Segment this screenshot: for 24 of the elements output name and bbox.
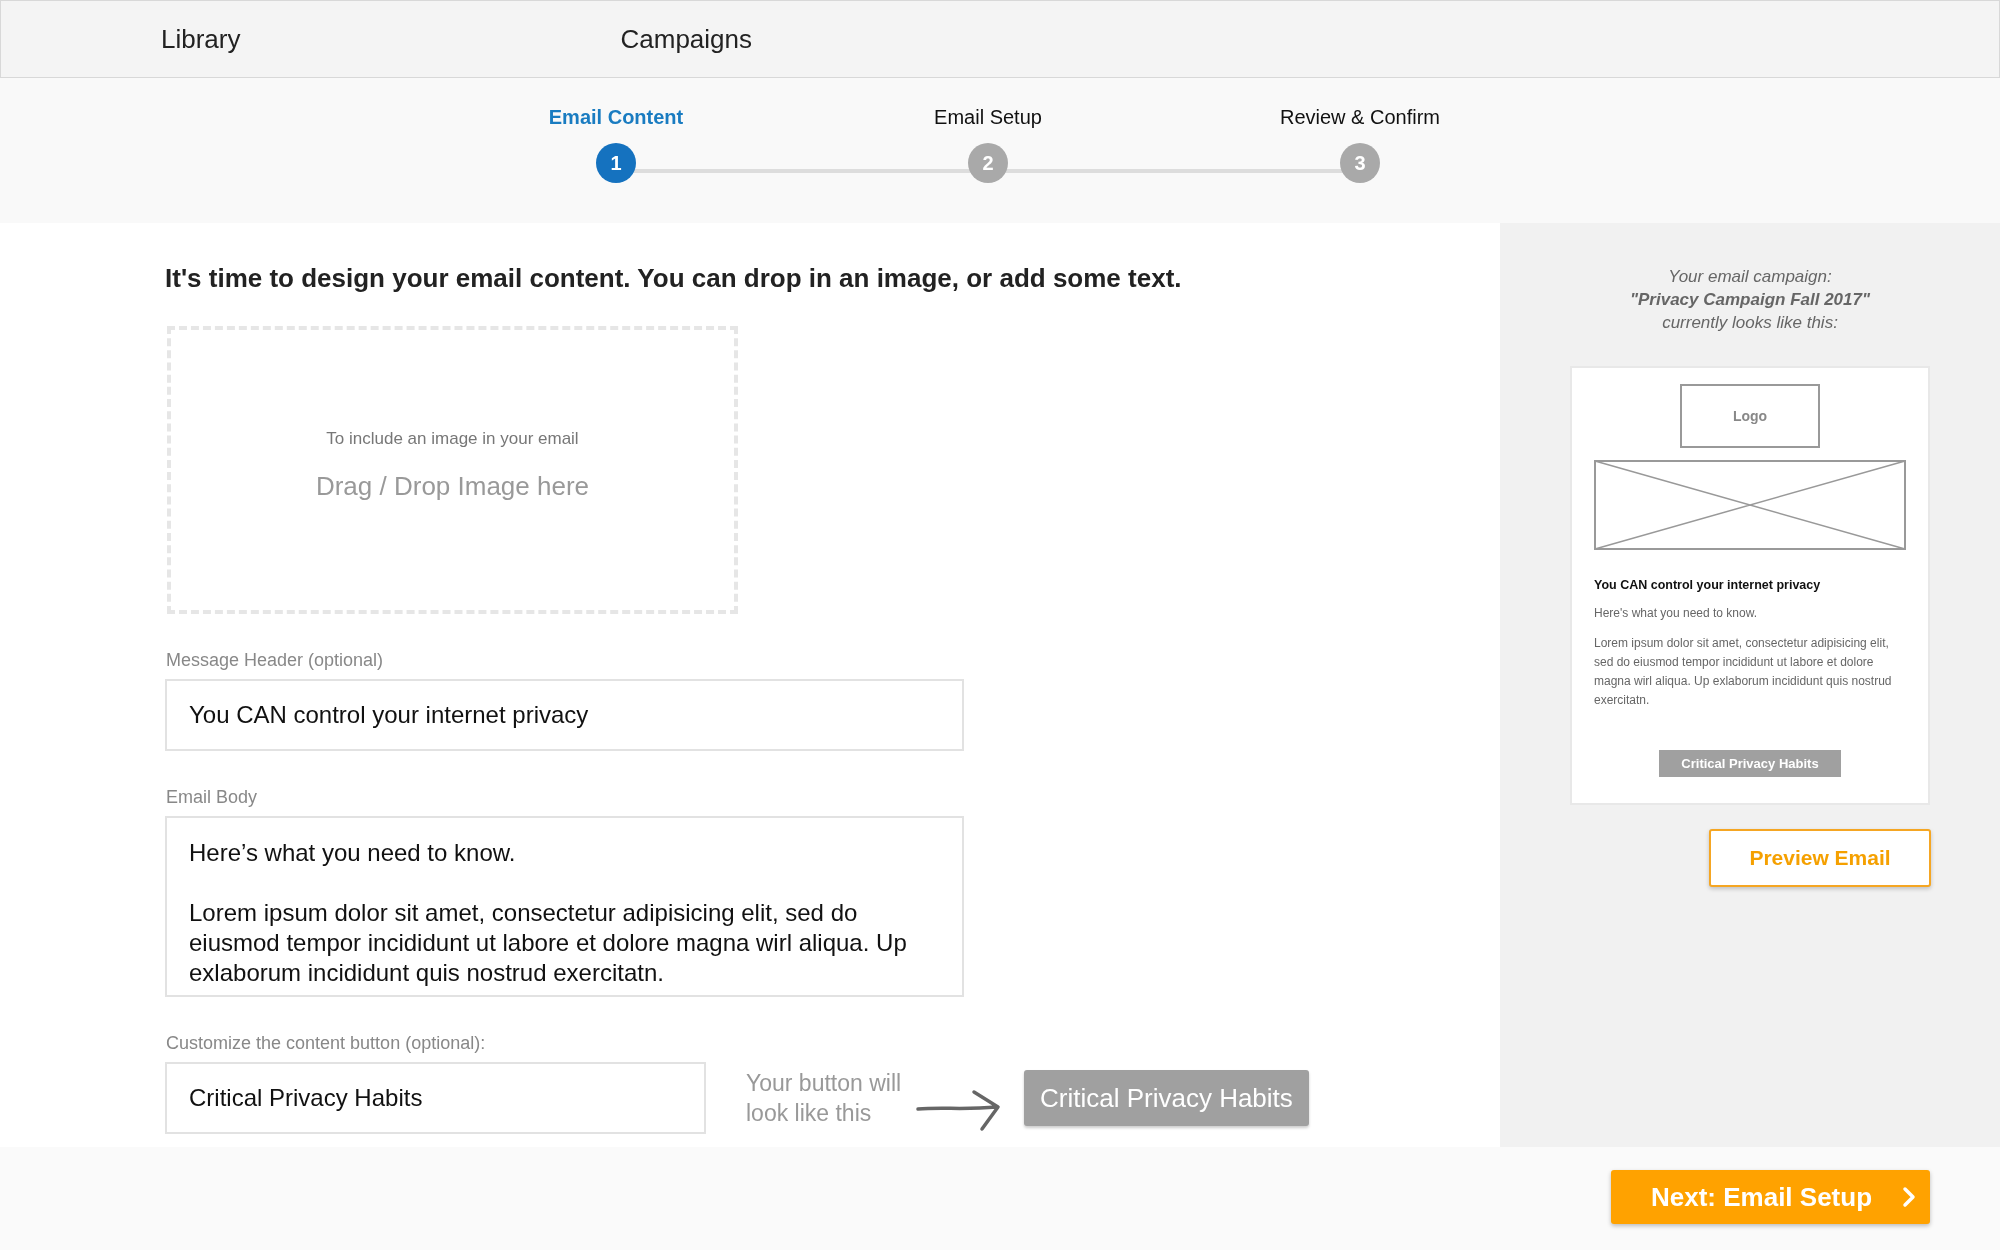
- campaign-caption: Your email campaign: "Privacy Campaign Fall 2017" currently looks like this:: [1629, 266, 1871, 334]
- step-label[interactable]: Review & Confirm: [1279, 106, 1440, 129]
- button-preview-hint: Your button will look like this: [746, 1069, 903, 1128]
- image-placeholder-icon: [1594, 460, 1906, 550]
- nav-link[interactable]: Library: [161, 23, 241, 55]
- chevron-right-icon: [1902, 1186, 1916, 1208]
- field-label: Email Body: [166, 787, 258, 808]
- step-label[interactable]: Email Setup: [934, 106, 1042, 129]
- field-label: Message Header (optional): [166, 650, 384, 671]
- page-heading: It's time to design your email content. You can drop in an image, or add some text.: [165, 263, 1182, 294]
- dropzone-hint: To include an image in your email: [326, 428, 579, 449]
- preview-title: You CAN control your internet privacy: [1594, 578, 1822, 592]
- image-dropzone[interactable]: To include an image in your email Drag / Drop Image here: [167, 326, 738, 614]
- logo-label: Logo: [1732, 408, 1768, 424]
- button-text-field[interactable]: Critical Privacy Habits: [165, 1062, 706, 1134]
- dropzone-label: Drag / Drop Image here: [315, 470, 590, 502]
- field-label: Customize the content button (optional):: [166, 1033, 486, 1054]
- preview-intro: Here's what you need to know.: [1594, 606, 1759, 620]
- step-label[interactable]: Email Content: [548, 106, 684, 129]
- nav-link[interactable]: Campaigns: [620, 23, 752, 55]
- step-number[interactable]: 1: [596, 143, 636, 183]
- preview-body: Lorem ipsum dolor sit amet, consectetur adipisicing elit, sed do eiusmod tempor incididunt ut labore et dolore magna wirl aliqua. Up exlaborum incididunt quis nostrud exercitatn.: [1594, 635, 1893, 709]
- email-body-field[interactable]: Here’s what you need to know. Lorem ipsum dolor sit amet, consectetur adipisicing elit, sed do eiusmod tempor incididunt ut labore et dolore magna wirl aliqua. Up exlaborum incididunt quis nostrud exercitatn.: [165, 816, 964, 997]
- message-header-field[interactable]: You CAN control your internet privacy: [165, 679, 964, 751]
